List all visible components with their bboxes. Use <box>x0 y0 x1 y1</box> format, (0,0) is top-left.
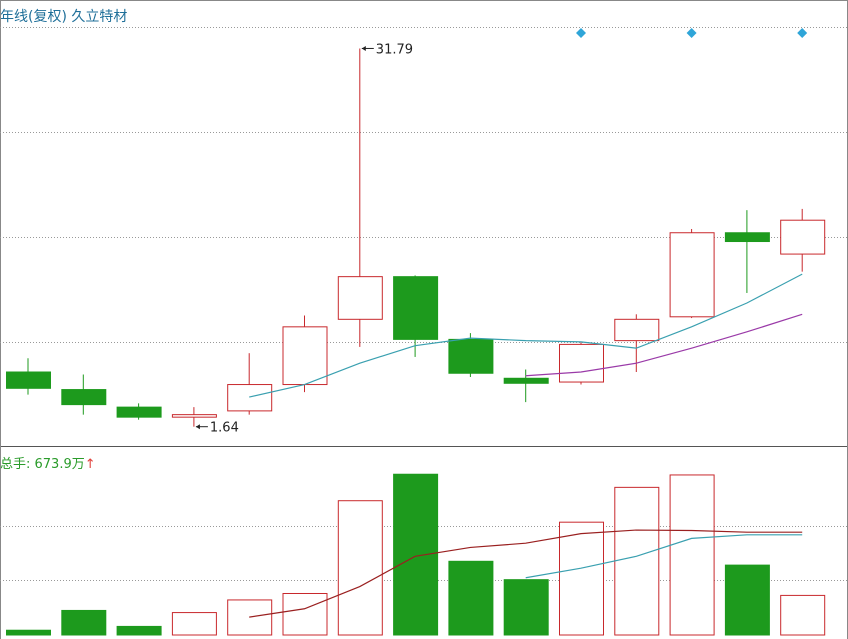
annotation-arrow-icon <box>195 424 200 430</box>
volume-bar <box>116 625 162 636</box>
candle-body <box>614 318 660 342</box>
chart-canvas[interactable]: 31.79 1.64 <box>0 0 848 639</box>
candle-body <box>116 406 162 418</box>
candle-body <box>393 276 439 340</box>
annotation-label: 1.64 <box>210 421 239 436</box>
volume-bar <box>282 592 328 636</box>
volume-bar <box>61 609 107 636</box>
volume-bar <box>724 564 770 636</box>
volume-bar <box>171 612 217 636</box>
signal-diamond-icon <box>797 28 808 38</box>
candle-body <box>337 276 383 320</box>
volume-bar <box>6 629 51 636</box>
volume-bar <box>448 560 494 636</box>
volume-bar <box>337 500 383 636</box>
candle-body <box>503 377 549 384</box>
annotation-arrow-icon <box>361 45 366 51</box>
signal-diamond-icon <box>686 28 697 38</box>
candle-body <box>780 219 826 255</box>
candle-body <box>724 232 770 243</box>
volume-bar <box>669 474 715 636</box>
candle-body <box>6 371 51 389</box>
candle-body <box>559 343 604 383</box>
annotation-label: 31.79 <box>376 42 413 57</box>
volume-bar <box>780 594 826 636</box>
candle-body <box>669 232 715 318</box>
volume-bar <box>503 579 549 636</box>
candle-body <box>227 384 273 412</box>
candle-body <box>282 326 328 386</box>
candle-body <box>171 414 217 418</box>
candle-body <box>61 389 107 406</box>
candle-body <box>448 338 494 374</box>
volume-bar <box>614 486 660 636</box>
signal-diamond-icon <box>576 28 586 38</box>
volume-bar <box>393 473 439 636</box>
volume-bar <box>559 521 604 636</box>
